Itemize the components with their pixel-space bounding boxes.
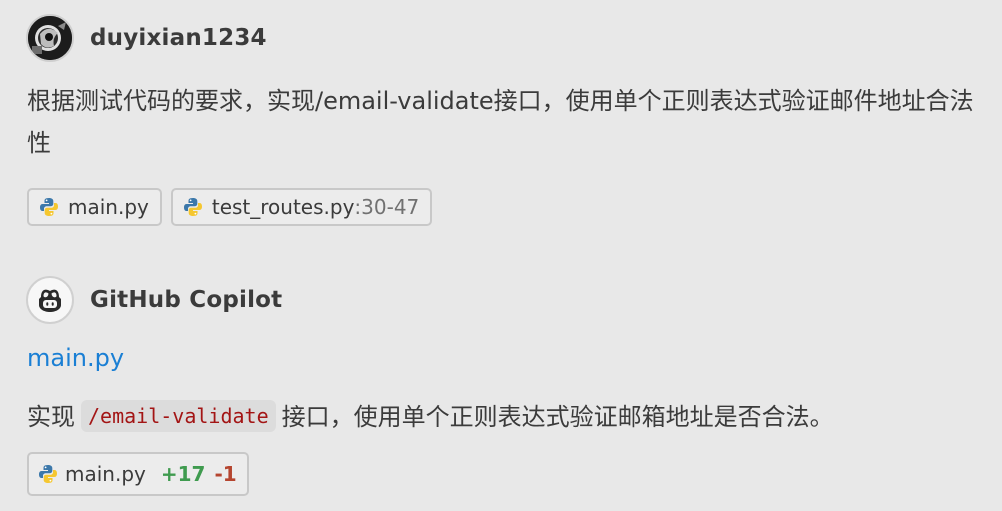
reference-file-name: main.py — [68, 195, 149, 219]
edited-file-name: main.py — [65, 462, 146, 486]
user-avatar[interactable] — [26, 14, 74, 62]
answer-text-prefix: 实现 — [27, 403, 75, 431]
inline-code-endpoint: /email-validate — [81, 400, 276, 432]
reference-line-range: :30-47 — [354, 195, 420, 219]
reference-chip-main-py[interactable]: main.py — [27, 188, 162, 226]
python-file-icon — [183, 198, 202, 216]
file-link-main-py[interactable]: main.py — [27, 344, 124, 372]
edited-file-chip[interactable]: main.py +17 -1 — [27, 452, 249, 496]
assistant-message-header: GitHub Copilot — [26, 276, 282, 324]
python-file-icon — [40, 198, 58, 216]
answer-text-suffix: 接口，使用单个正则表达式验证邮箱地址是否合法。 — [281, 403, 834, 431]
copilot-avatar — [26, 276, 74, 324]
assistant-name: GitHub Copilot — [90, 287, 283, 313]
user-message-header: duyixian1234 — [26, 14, 267, 62]
reference-list: main.py test_routes.py:30-47 — [27, 188, 433, 226]
copilot-icon — [39, 289, 61, 312]
python-file-icon — [39, 465, 57, 483]
user-prompt-text: 根据测试代码的要求，实现/email-validate接口，使用单个正则表达式验… — [27, 87, 974, 157]
chat-panel: duyixian1234 根据测试代码的要求，实现/email-validate… — [0, 0, 1002, 511]
lines-removed-count: -1 — [214, 462, 237, 486]
assistant-answer-text: 实现/email-validate 接口，使用单个正则表达式验证邮箱地址是否合法。 — [27, 396, 834, 438]
reference-file-name: test_routes.py — [211, 195, 355, 219]
user-avatar-image — [28, 16, 72, 60]
reference-chip-test-routes-py[interactable]: test_routes.py:30-47 — [170, 188, 433, 226]
lines-added-count: +17 — [160, 462, 206, 486]
user-name: duyixian1234 — [90, 25, 267, 51]
